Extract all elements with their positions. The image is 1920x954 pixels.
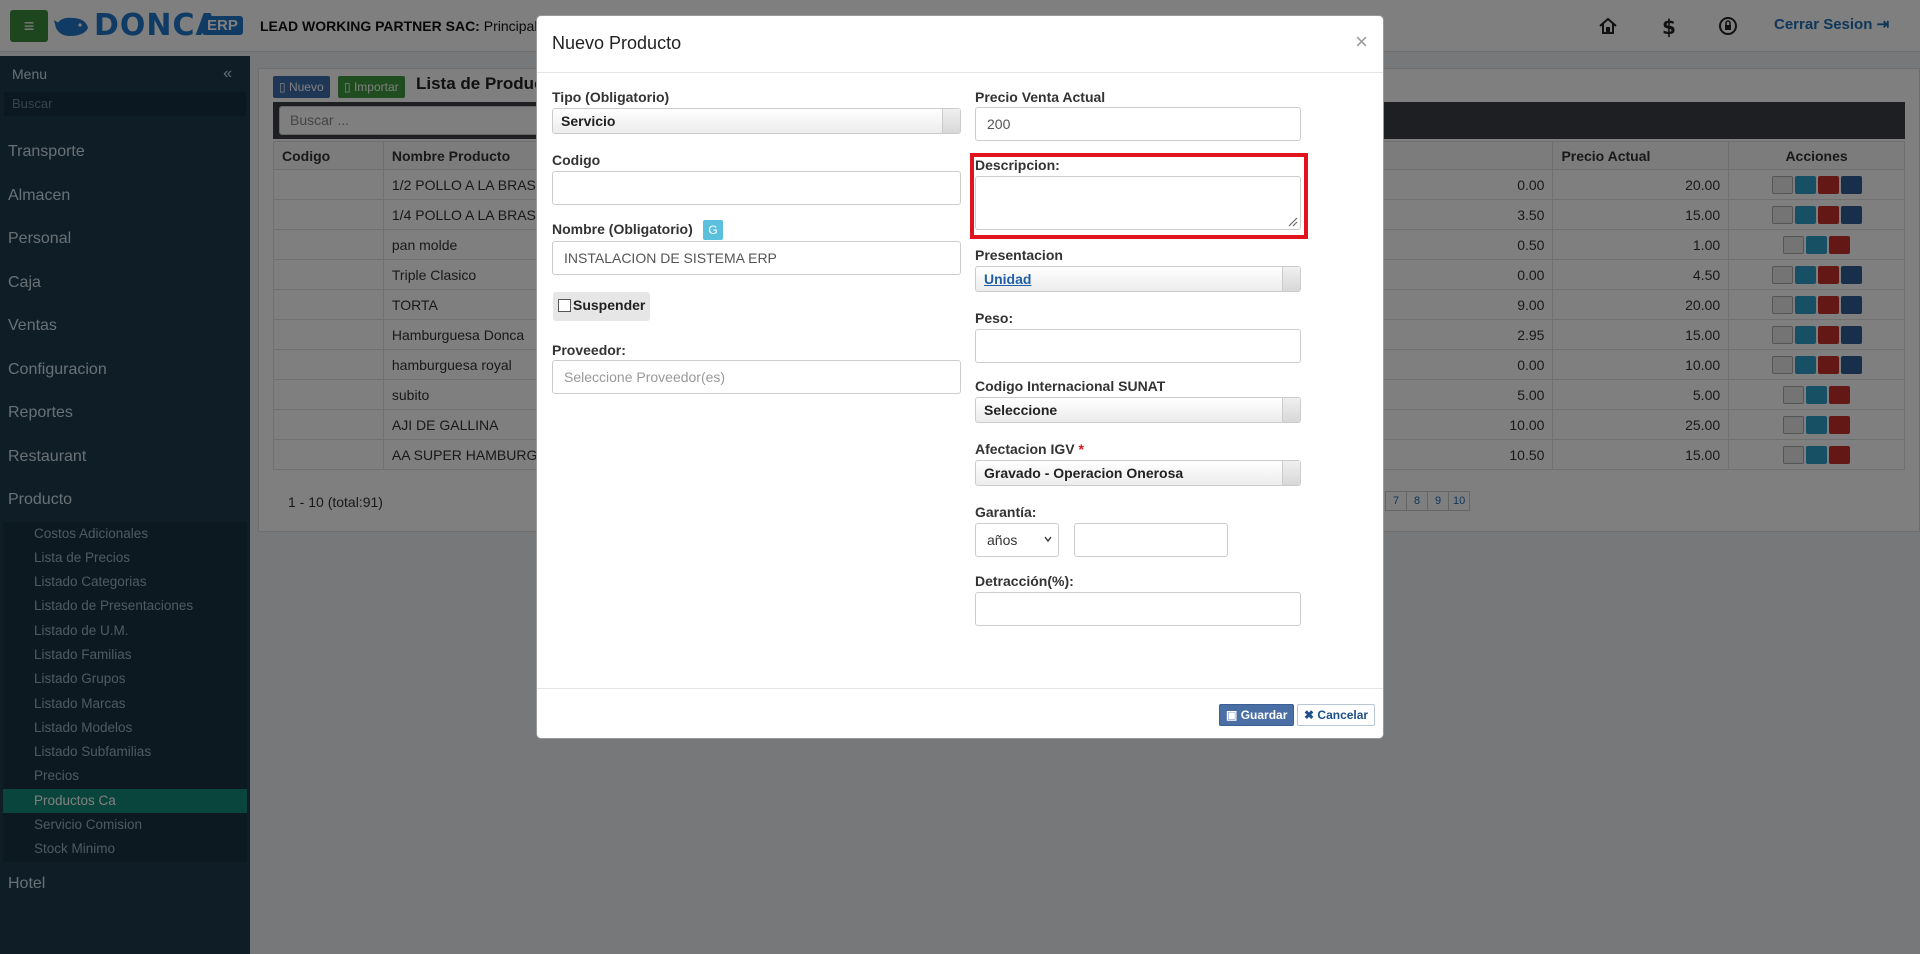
garantia-unit-select[interactable]: años: [975, 523, 1059, 557]
codigo-label: Codigo: [552, 152, 601, 168]
suspender-label: Suspender: [573, 297, 646, 313]
dropdown-arrow-icon: [1282, 398, 1300, 422]
required-marker: *: [1078, 441, 1084, 457]
dropdown-arrow-icon: [942, 109, 960, 133]
chevron-down-icon: [1044, 536, 1052, 543]
close-icon[interactable]: ×: [1355, 29, 1368, 55]
cancelar-label: Cancelar: [1317, 708, 1369, 722]
tipo-select[interactable]: Servicio: [552, 108, 961, 134]
garantia-label: Garantía:: [975, 504, 1037, 520]
garantia-unit-value: años: [987, 532, 1018, 548]
igv-select[interactable]: Gravado - Operacion Onerosa: [975, 460, 1301, 486]
presentacion-value: Unidad: [984, 271, 1032, 287]
resize-grip-icon[interactable]: [1286, 215, 1298, 227]
tipo-label: Tipo (Obligatorio): [552, 89, 670, 105]
descripcion-textarea[interactable]: [975, 176, 1301, 230]
modal-title: Nuevo Producto: [552, 33, 682, 53]
sunat-select[interactable]: Seleccione: [975, 397, 1301, 423]
garantia-input[interactable]: [1074, 523, 1228, 557]
codigo-input[interactable]: [552, 171, 961, 205]
suspender-checkbox[interactable]: [558, 299, 571, 312]
generate-name-button[interactable]: G: [703, 220, 723, 240]
suspender-toggle[interactable]: Suspender: [553, 292, 651, 321]
igv-label-text: Afectacion IGV: [975, 441, 1075, 457]
descripcion-label: Descripcion:: [975, 157, 1060, 173]
save-icon: ▣: [1226, 708, 1238, 722]
detraccion-label: Detracción(%):: [975, 573, 1074, 589]
proveedor-select[interactable]: Seleccione Proveedor(es): [552, 360, 961, 394]
guardar-label: Guardar: [1240, 708, 1288, 722]
peso-label: Peso:: [975, 310, 1014, 326]
close-icon: ✖: [1304, 708, 1315, 722]
nuevo-producto-modal: Nuevo Producto × Tipo (Obligatorio) Serv…: [536, 15, 1384, 739]
sunat-value: Seleccione: [984, 402, 1058, 418]
igv-label: Afectacion IGV *: [975, 441, 1084, 457]
precio-input[interactable]: 200: [975, 107, 1301, 141]
nombre-input[interactable]: INSTALACION DE SISTEMA ERP: [552, 241, 961, 275]
cancelar-button[interactable]: ✖ Cancelar: [1297, 704, 1376, 726]
dropdown-arrow-icon: [1282, 267, 1300, 291]
sunat-label: Codigo Internacional SUNAT: [975, 378, 1166, 394]
peso-input[interactable]: [975, 329, 1301, 363]
presentacion-label: Presentacion: [975, 247, 1063, 263]
detraccion-input[interactable]: [975, 592, 1301, 626]
tipo-value: Servicio: [561, 113, 616, 129]
presentacion-select[interactable]: Unidad: [975, 266, 1301, 292]
precio-label: Precio Venta Actual: [975, 89, 1106, 105]
proveedor-label: Proveedor:: [552, 342, 626, 358]
nombre-label: Nombre (Obligatorio): [552, 221, 693, 237]
guardar-button[interactable]: ▣ Guardar: [1219, 704, 1295, 726]
dropdown-arrow-icon: [1282, 461, 1300, 485]
modal-header: Nuevo Producto ×: [537, 16, 1383, 73]
igv-value: Gravado - Operacion Onerosa: [984, 465, 1184, 481]
